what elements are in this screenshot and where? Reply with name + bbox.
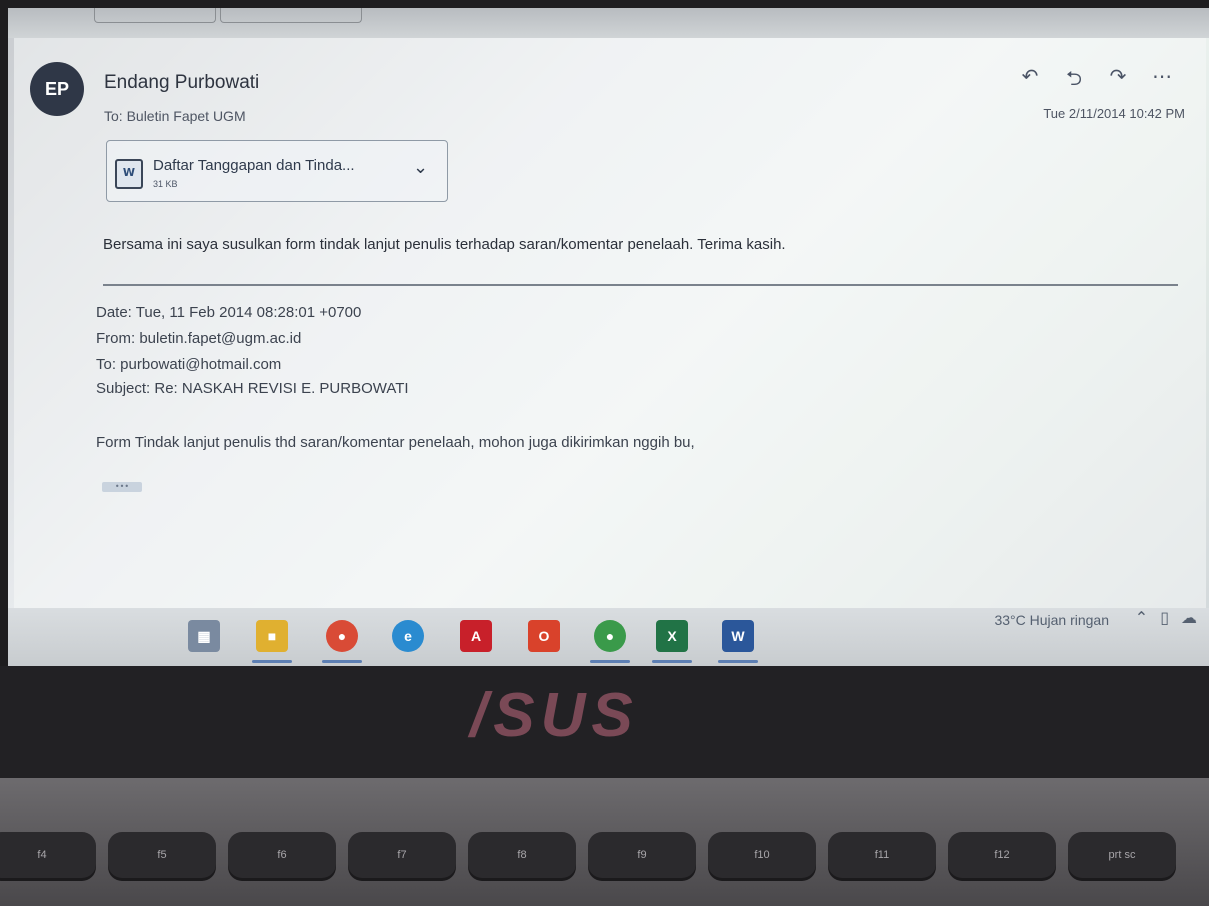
- asus-logo: /SUS: [470, 681, 639, 750]
- active-indicator: [322, 660, 362, 663]
- acrobat-icon[interactable]: A: [460, 620, 492, 652]
- quoted-body: Form Tindak lanjut penulis thd saran/kom…: [96, 434, 695, 451]
- excel-icon[interactable]: X: [656, 620, 688, 652]
- network-icon[interactable]: ▯: [1160, 608, 1169, 627]
- system-tray: ⌃ ▯ ☁: [1135, 608, 1197, 627]
- message-body: Bersama ini saya susulkan form tindak la…: [103, 236, 786, 253]
- show-more-button[interactable]: •••: [102, 482, 142, 492]
- chevron-down-icon[interactable]: ⌄: [413, 157, 428, 178]
- screen: EP Endang Purbowati To: Buletin Fapet UG…: [8, 8, 1209, 666]
- office-icon[interactable]: O: [528, 620, 560, 652]
- cloud-icon[interactable]: ☁: [1181, 608, 1197, 627]
- active-indicator: [718, 660, 758, 663]
- word-icon[interactable]: W: [722, 620, 754, 652]
- quoted-date: Date: Tue, 11 Feb 2014 08:28:01 +0700: [96, 304, 362, 321]
- message-actions: ↶ ⮌ ↷ ⋯: [1019, 64, 1173, 98]
- active-indicator: [252, 660, 292, 663]
- edge-icon[interactable]: e: [392, 620, 424, 652]
- sender-name: Endang Purbowati: [104, 72, 260, 93]
- active-indicator: [652, 660, 692, 663]
- attachment-name: Daftar Tanggapan dan Tinda...: [153, 157, 355, 174]
- weather-widget[interactable]: 33°C Hujan ringan: [994, 612, 1109, 628]
- key-f8: f8: [468, 832, 576, 878]
- forward-icon[interactable]: ↷: [1107, 64, 1129, 98]
- reply-icon[interactable]: ↶: [1019, 64, 1041, 98]
- toolbar-button[interactable]: [220, 8, 362, 23]
- quoted-from: From: buletin.fapet@ugm.ac.id: [96, 330, 302, 347]
- key-f11: f11: [828, 832, 936, 878]
- recipient-line: To: Buletin Fapet UGM: [104, 108, 246, 124]
- key-f10: f10: [708, 832, 816, 878]
- toolbar-strip: [8, 8, 1209, 38]
- key-prtsc: prt sc: [1068, 832, 1176, 878]
- task-view-icon[interactable]: ▦: [188, 620, 220, 652]
- app-icon[interactable]: ●: [594, 620, 626, 652]
- word-document-icon: W: [115, 159, 143, 189]
- received-date: Tue 2/11/2014 10:42 PM: [1043, 106, 1185, 121]
- toolbar-button[interactable]: [94, 8, 216, 23]
- quoted-subject: Subject: Re: NASKAH REVISI E. PURBOWATI: [96, 380, 409, 397]
- key-f9: f9: [588, 832, 696, 878]
- reply-all-icon[interactable]: ⮌: [1063, 64, 1085, 98]
- more-icon[interactable]: ⋯: [1151, 64, 1173, 98]
- attachment-size: 31 KB: [153, 179, 178, 189]
- key-f6: f6: [228, 832, 336, 878]
- avatar: EP: [30, 62, 84, 116]
- attachment-card[interactable]: W Daftar Tanggapan dan Tinda... 31 KB ⌄: [106, 140, 448, 202]
- key-f5: f5: [108, 832, 216, 878]
- file-explorer-icon[interactable]: ■: [256, 620, 288, 652]
- chrome-icon[interactable]: ●: [326, 620, 358, 652]
- quoted-to: To: purbowati@hotmail.com: [96, 356, 282, 373]
- quote-divider: [103, 284, 1178, 286]
- chevron-up-icon[interactable]: ⌃: [1135, 608, 1148, 627]
- key-f12: f12: [948, 832, 1056, 878]
- active-indicator: [590, 660, 630, 663]
- key-f4: f4: [0, 832, 96, 878]
- key-f7: f7: [348, 832, 456, 878]
